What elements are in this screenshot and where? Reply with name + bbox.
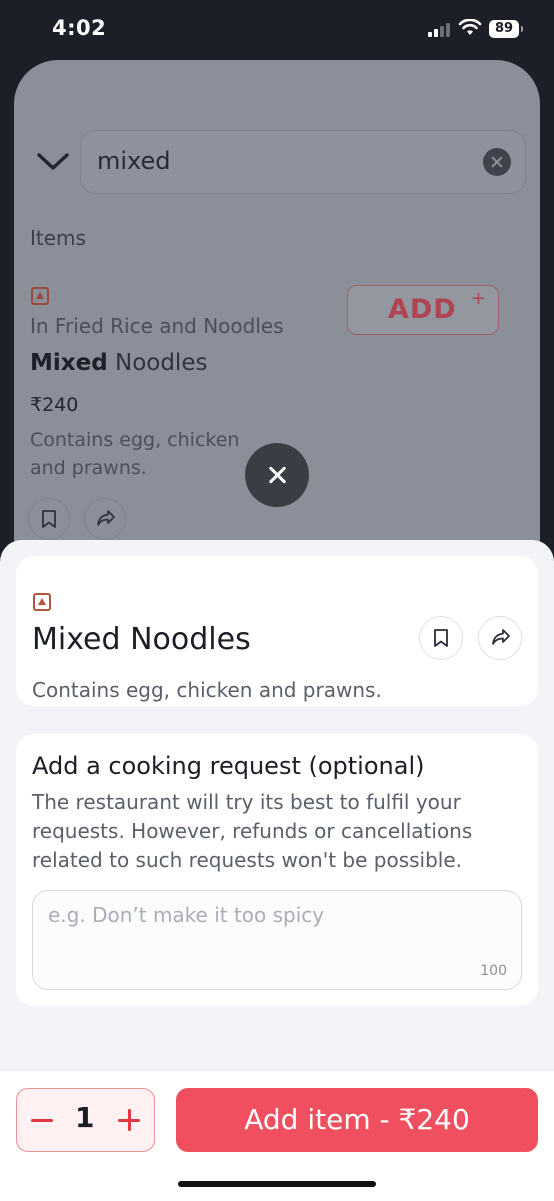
increase-quantity-button[interactable] [118, 1103, 142, 1137]
item-name: Mixed Noodles [30, 350, 207, 376]
add-plus: + [470, 288, 486, 309]
bookmark-icon [434, 629, 448, 647]
home-indicator [178, 1181, 376, 1187]
status-bar: 4:02 89 [0, 0, 554, 60]
item-description: Contains egg, chicken and prawns. [32, 678, 382, 702]
share-icon [492, 629, 510, 645]
add-label: ADD [388, 294, 457, 325]
item-name-match: Mixed [30, 350, 108, 376]
decrease-quantity-button[interactable] [31, 1103, 55, 1137]
share-button[interactable] [478, 616, 522, 660]
item-name-rest: Noodles [107, 350, 208, 376]
share-icon [97, 510, 115, 526]
cooking-request-card: Add a cooking request (optional) The res… [16, 734, 538, 1006]
search-input[interactable]: mixed [80, 130, 526, 194]
quantity-value: 1 [75, 1101, 95, 1134]
cellular-signal-icon [428, 23, 450, 37]
status-time: 4:02 [52, 16, 107, 40]
non-veg-marker-icon [33, 593, 51, 611]
item-price: ₹240 [30, 394, 79, 416]
wifi-icon [458, 19, 482, 35]
add-item-button[interactable]: ADD + [347, 285, 499, 335]
add-item-button[interactable]: Add item - ₹240 [176, 1088, 538, 1152]
item-title: Mixed Noodles [32, 622, 251, 657]
bookmark-button[interactable] [28, 498, 70, 540]
non-veg-marker-icon [31, 287, 49, 305]
cooking-request-placeholder: e.g. Don’t make it too spicy [48, 903, 325, 927]
clear-search-icon[interactable] [483, 148, 511, 176]
close-sheet-button[interactable] [245, 443, 309, 507]
quantity-stepper[interactable]: 1 [16, 1088, 155, 1152]
search-input-value: mixed [97, 147, 171, 175]
cooking-request-title: Add a cooking request (optional) [32, 752, 425, 780]
share-button[interactable] [84, 498, 126, 540]
cooking-request-input[interactable]: e.g. Don’t make it too spicy 100 [32, 890, 522, 990]
section-heading: Items [30, 226, 86, 250]
bookmark-icon [42, 510, 56, 528]
item-description: Contains egg, chicken and prawns. [30, 429, 240, 479]
item-info-card: Mixed Noodles Contains egg, chicken and … [16, 556, 538, 706]
chevron-down-icon[interactable] [36, 150, 70, 172]
item-category: In Fried Rice and Noodles [30, 314, 284, 338]
cooking-request-description: The restaurant will try its best to fulf… [32, 790, 473, 872]
battery-icon: 89 [489, 20, 523, 38]
char-limit-counter: 100 [480, 963, 507, 979]
bookmark-button[interactable] [419, 616, 463, 660]
